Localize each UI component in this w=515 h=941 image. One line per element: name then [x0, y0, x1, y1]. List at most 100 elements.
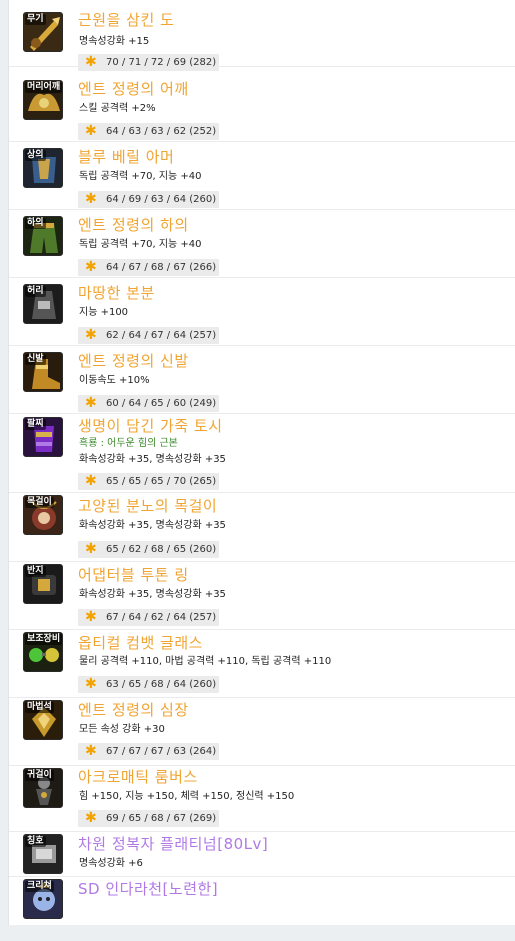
growth-stat-values: 64 / 67 / 68 / 67 (266) [106, 262, 217, 273]
earring-icon[interactable]: 귀걸이 [23, 768, 63, 808]
growth-stat-values: 62 / 64 / 67 / 64 (257) [106, 330, 217, 341]
item-option-line: 물리 공격력 +110, 마법 공격력 +110, 독립 공격력 +110 [79, 656, 332, 667]
item-name[interactable]: 생명이 담긴 가죽 토시 [78, 416, 223, 436]
equipment-row-belt[interactable]: 허리 마땅한 본분 지능 +100 ✱ 62 / 64 / 67 / 64 (25… [9, 278, 515, 346]
slot-label: 보조장비 [25, 634, 62, 645]
item-name[interactable]: 근원을 삼킨 도 [78, 10, 174, 30]
star-icon: ✱ [85, 191, 97, 207]
item-option-line: 명속성강화 +6 [79, 858, 143, 869]
equipment-row-ring[interactable]: 반지 어댑터블 투톤 링 화속성강화 +35, 명속성강화 +35 ✱ 67 / … [9, 562, 515, 630]
bracelet-icon[interactable]: 팔찌 [23, 417, 63, 457]
star-icon: ✱ [85, 810, 97, 826]
star-icon: ✱ [85, 609, 97, 625]
creature-icon[interactable]: 크리쳐 [23, 879, 63, 919]
equipment-row-top[interactable]: 상의 블루 베릴 아머 독립 공격력 +70, 지능 +40 ✱ 64 / 69 … [9, 142, 515, 210]
growth-stat-values: 65 / 65 / 65 / 70 (265) [106, 476, 217, 487]
magic-stone-icon[interactable]: 마법석 [23, 700, 63, 740]
item-name[interactable]: 엔트 정령의 하의 [78, 215, 189, 235]
boots-icon[interactable]: 신발 [23, 352, 63, 392]
growth-stat-values: 65 / 62 / 68 / 65 (260) [106, 544, 217, 555]
item-option-line: 지능 +100 [79, 307, 129, 318]
item-name[interactable]: 엔트 정령의 신발 [78, 351, 189, 371]
growth-stat-badge: ✱ 64 / 67 / 68 / 67 (266) [78, 259, 219, 276]
star-icon: ✱ [85, 259, 97, 275]
equipment-row-bracelet[interactable]: 팔찌 생명이 담긴 가죽 토시 흑룡 : 어두운 힘의 근본 화속성강화 +35… [9, 414, 515, 493]
growth-stat-values: 64 / 69 / 63 / 64 (260) [106, 194, 217, 205]
item-name[interactable]: 마땅한 본분 [78, 283, 155, 303]
title-badge-icon[interactable]: 칭호 [23, 834, 63, 874]
item-option-line: 명속성강화 +15 [79, 36, 150, 47]
necklace-icon[interactable]: 목걸이 [23, 495, 63, 535]
growth-stat-badge: ✱ 70 / 71 / 72 / 69 (282) [78, 54, 219, 71]
equipment-row-bottom[interactable]: 하의 엔트 정령의 하의 독립 공격력 +70, 지능 +40 ✱ 64 / 67… [9, 210, 515, 278]
star-icon: ✱ [85, 541, 97, 557]
growth-stat-badge: ✱ 69 / 65 / 68 / 67 (269) [78, 810, 219, 827]
growth-stat-badge: ✱ 67 / 64 / 62 / 64 (257) [78, 609, 219, 626]
glasses-icon[interactable]: 보조장비 [23, 632, 63, 672]
equipment-row-support[interactable]: 보조장비 옵티컬 컴뱃 글래스 물리 공격력 +110, 마법 공격력 +110… [9, 630, 515, 698]
equipment-row-earring[interactable]: 귀걸이 아크로매틱 룸버스 힘 +150, 지능 +150, 체력 +150, … [9, 766, 515, 832]
growth-stat-values: 69 / 65 / 68 / 67 (269) [106, 813, 217, 824]
item-option-line: 힘 +150, 지능 +150, 체력 +150, 정신력 +150 [79, 791, 295, 802]
equipment-panel: 무기 근원을 삼킨 도 명속성강화 +15 ✱ 70 / 71 / 72 / 69… [8, 0, 515, 925]
item-option-line: 이동속도 +10% [79, 375, 150, 386]
star-icon: ✱ [85, 327, 97, 343]
item-option-line: 화속성강화 +35, 명속성강화 +35 [79, 520, 226, 531]
growth-stat-badge: ✱ 64 / 69 / 63 / 64 (260) [78, 191, 219, 208]
star-icon: ✱ [85, 395, 97, 411]
item-name[interactable]: 옵티컬 컴뱃 글래스 [78, 633, 203, 653]
slot-label: 귀걸이 [25, 770, 54, 781]
slot-label: 팔찌 [25, 419, 46, 430]
growth-stat-values: 64 / 63 / 63 / 62 (252) [106, 126, 217, 137]
item-name[interactable]: 차원 정복자 플래티넘[80Lv] [78, 834, 268, 854]
item-name[interactable]: 아크로매틱 룸버스 [78, 767, 198, 787]
item-name[interactable]: 어댑터블 투톤 링 [78, 565, 189, 585]
growth-stat-values: 63 / 65 / 68 / 64 (260) [106, 679, 217, 690]
equipment-row-magic-stone[interactable]: 마법석 엔트 정령의 심장 모든 속성 강화 +30 ✱ 67 / 67 / 67… [9, 698, 515, 766]
slot-label: 머리어깨 [25, 82, 62, 93]
equipment-row-weapon[interactable]: 무기 근원을 삼킨 도 명속성강화 +15 ✱ 70 / 71 / 72 / 69… [9, 0, 515, 71]
star-icon: ✱ [85, 54, 97, 70]
growth-stat-badge: ✱ 64 / 63 / 63 / 62 (252) [78, 123, 219, 140]
slot-label: 허리 [25, 286, 46, 297]
growth-stat-values: 67 / 64 / 62 / 64 (257) [106, 612, 217, 623]
growth-stat-badge: ✱ 65 / 62 / 68 / 65 (260) [78, 541, 219, 558]
equipment-row-boots[interactable]: 신발 엔트 정령의 신발 이동속도 +10% ✱ 60 / 64 / 65 / 6… [9, 346, 515, 414]
equipment-row-shoulder[interactable]: 머리어깨 엔트 정령의 어깨 스킬 공격력 +2% ✱ 64 / 63 / 63 … [9, 74, 515, 142]
slot-label: 목걸이 [25, 497, 54, 508]
growth-stat-values: 60 / 64 / 65 / 60 (249) [106, 398, 217, 409]
top-armor-icon[interactable]: 상의 [23, 148, 63, 188]
slot-label: 하의 [25, 218, 46, 229]
slot-label: 칭호 [25, 836, 46, 847]
growth-stat-badge: ✱ 63 / 65 / 68 / 64 (260) [78, 676, 219, 693]
ring-icon[interactable]: 반지 [23, 564, 63, 604]
item-option-line: 모든 속성 강화 +30 [79, 724, 165, 735]
star-icon: ✱ [85, 123, 97, 139]
slot-label: 반지 [25, 566, 46, 577]
slot-label: 무기 [25, 14, 46, 25]
item-option-line: 스킬 공격력 +2% [79, 103, 156, 114]
item-option-line: 화속성강화 +35, 명속성강화 +35 [79, 454, 226, 465]
star-icon: ✱ [85, 676, 97, 692]
item-name[interactable]: 엔트 정령의 어깨 [78, 79, 189, 99]
slot-label: 상의 [25, 150, 46, 161]
growth-stat-values: 67 / 67 / 67 / 63 (264) [106, 746, 217, 757]
equipment-row-creature[interactable]: 크리쳐 SD 인다라천[노련한] [9, 877, 515, 925]
shoulder-icon[interactable]: 머리어깨 [23, 80, 63, 120]
item-name[interactable]: 고양된 분노의 목걸이 [78, 496, 217, 516]
growth-stat-badge: ✱ 65 / 65 / 65 / 70 (265) [78, 473, 219, 490]
item-name[interactable]: 엔트 정령의 심장 [78, 700, 189, 720]
growth-stat-badge: ✱ 67 / 67 / 67 / 63 (264) [78, 743, 219, 760]
belt-icon[interactable]: 허리 [23, 284, 63, 324]
slot-label: 마법석 [25, 702, 54, 713]
weapon-icon[interactable]: 무기 [23, 12, 63, 52]
equipment-row-necklace[interactable]: 목걸이 고양된 분노의 목걸이 화속성강화 +35, 명속성강화 +35 ✱ 65… [9, 493, 515, 562]
equipment-row-title[interactable]: 칭호 차원 정복자 플래티넘[80Lv] 명속성강화 +6 [9, 832, 515, 877]
star-icon: ✱ [85, 473, 97, 489]
slot-label: 신발 [25, 354, 46, 365]
bottom-armor-icon[interactable]: 하의 [23, 216, 63, 256]
item-option-line: 독립 공격력 +70, 지능 +40 [79, 239, 202, 250]
item-name[interactable]: 블루 베릴 아머 [78, 147, 174, 167]
item-name[interactable]: SD 인다라천[노련한] [78, 879, 218, 899]
growth-stat-badge: ✱ 60 / 64 / 65 / 60 (249) [78, 395, 219, 412]
